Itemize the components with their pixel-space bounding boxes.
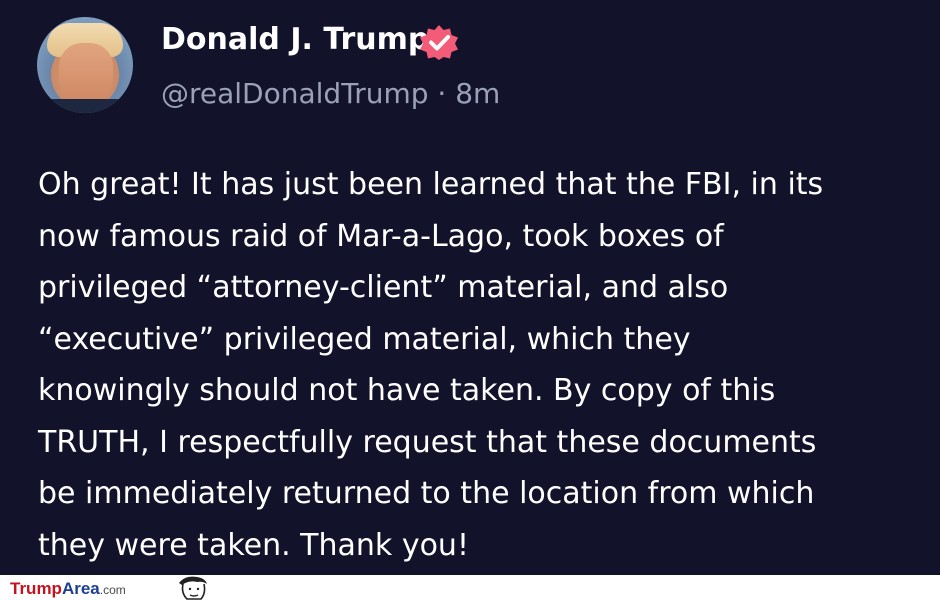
post-text-line: Oh great! It has just been learned that … bbox=[38, 167, 824, 202]
post-time[interactable]: 8m bbox=[455, 77, 500, 110]
avatar-face bbox=[59, 43, 113, 105]
verified-badge-icon bbox=[420, 25, 458, 60]
post-card: Donald J. Trump @realDonaldTrump · 8m Oh… bbox=[0, 0, 940, 575]
author-handle[interactable]: @realDonaldTrump bbox=[161, 77, 429, 110]
avatar-suit bbox=[37, 99, 133, 113]
post-text-line: be immediately returned to the location … bbox=[38, 476, 815, 511]
display-name[interactable]: Donald J. Trump bbox=[161, 20, 429, 60]
watermark-part1: Trump bbox=[10, 579, 62, 598]
watermark-part2: Area bbox=[61, 579, 100, 598]
post-text-line: privileged “attorney-client” material, a… bbox=[38, 270, 729, 305]
post-text-line: now famous raid of Mar-a-Lago, took boxe… bbox=[38, 218, 724, 254]
post-text: Oh great! It has just been learned that … bbox=[38, 159, 918, 571]
post-text-line: they were taken. Thank you! bbox=[38, 527, 469, 563]
post-text-line: “executive” privileged material, which t… bbox=[38, 321, 691, 357]
meta-separator: · bbox=[428, 77, 456, 110]
post-text-line: knowingly should not have taken. By copy… bbox=[38, 373, 776, 408]
author-meta: @realDonaldTrump · 8m bbox=[161, 74, 500, 114]
caricature-logo-icon bbox=[179, 576, 207, 600]
watermark-text: TrumpArea.com bbox=[10, 578, 126, 601]
avatar[interactable] bbox=[37, 17, 133, 113]
watermark-part3: .com bbox=[99, 583, 126, 597]
post-text-line: TRUTH, I respectfully request that these… bbox=[38, 424, 817, 460]
watermark-footer: TrumpArea.com bbox=[0, 575, 940, 601]
